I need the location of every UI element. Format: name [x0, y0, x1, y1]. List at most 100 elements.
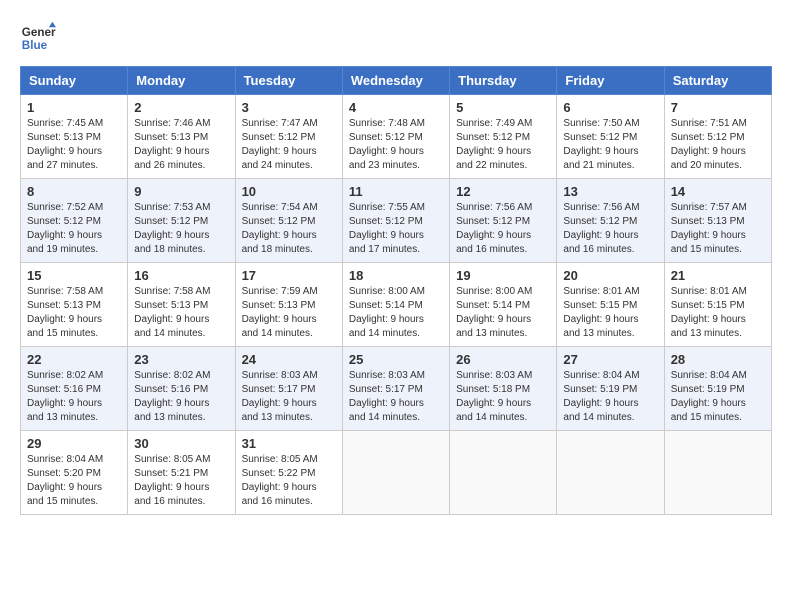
day-number: 9: [134, 184, 228, 199]
weekday-header-row: SundayMondayTuesdayWednesdayThursdayFrid…: [21, 67, 772, 95]
day-number: 19: [456, 268, 550, 283]
weekday-header-sunday: Sunday: [21, 67, 128, 95]
day-number: 29: [27, 436, 121, 451]
day-number: 3: [242, 100, 336, 115]
calendar-cell: 12 Sunrise: 7:56 AMSunset: 5:12 PMDayligh…: [450, 179, 557, 263]
calendar-cell: 29 Sunrise: 8:04 AMSunset: 5:20 PMDayligh…: [21, 431, 128, 515]
calendar-cell: 20 Sunrise: 8:01 AMSunset: 5:15 PMDayligh…: [557, 263, 664, 347]
svg-text:Blue: Blue: [22, 39, 48, 52]
day-number: 13: [563, 184, 657, 199]
calendar-cell: [664, 431, 771, 515]
calendar-cell: 30 Sunrise: 8:05 AMSunset: 5:21 PMDayligh…: [128, 431, 235, 515]
calendar-cell: 25 Sunrise: 8:03 AMSunset: 5:17 PMDayligh…: [342, 347, 449, 431]
day-info: Sunrise: 7:50 AMSunset: 5:12 PMDaylight:…: [563, 118, 639, 171]
day-info: Sunrise: 7:48 AMSunset: 5:12 PMDaylight:…: [349, 118, 425, 171]
calendar-cell: 3 Sunrise: 7:47 AMSunset: 5:12 PMDaylight…: [235, 95, 342, 179]
day-number: 1: [27, 100, 121, 115]
calendar-cell: [450, 431, 557, 515]
day-number: 24: [242, 352, 336, 367]
calendar-cell: 27Sunrise: 8:04 AMSunset: 5:19 PMDayligh…: [557, 347, 664, 431]
day-info: Sunrise: 7:56 AMSunset: 5:12 PMDaylight:…: [456, 202, 532, 255]
day-info: Sunrise: 7:57 AMSunset: 5:13 PMDaylight:…: [671, 202, 747, 255]
calendar-cell: 9Sunrise: 7:53 AMSunset: 5:12 PMDaylight…: [128, 179, 235, 263]
day-info: Sunrise: 7:47 AMSunset: 5:12 PMDaylight:…: [242, 118, 318, 171]
day-info: Sunrise: 8:02 AMSunset: 5:16 PMDaylight:…: [134, 370, 210, 423]
calendar-cell: 13 Sunrise: 7:56 AMSunset: 5:12 PMDayligh…: [557, 179, 664, 263]
calendar-cell: 6 Sunrise: 7:50 AMSunset: 5:12 PMDaylight…: [557, 95, 664, 179]
day-number: 17: [242, 268, 336, 283]
day-info: Sunrise: 8:04 AMSunset: 5:19 PMDaylight:…: [671, 370, 747, 423]
page-header: General Blue: [20, 20, 772, 56]
day-number: 25: [349, 352, 443, 367]
calendar-cell: 11Sunrise: 7:55 AMSunset: 5:12 PMDayligh…: [342, 179, 449, 263]
weekday-header-thursday: Thursday: [450, 67, 557, 95]
day-info: Sunrise: 7:51 AMSunset: 5:12 PMDaylight:…: [671, 118, 747, 171]
calendar-cell: 8Sunrise: 7:52 AMSunset: 5:12 PMDaylight…: [21, 179, 128, 263]
day-info: Sunrise: 7:56 AMSunset: 5:12 PMDaylight:…: [563, 202, 639, 255]
day-info: Sunrise: 7:45 AMSunset: 5:13 PMDaylight:…: [27, 118, 103, 171]
week-row-1: 1 Sunrise: 7:45 AMSunset: 5:13 PMDaylight…: [21, 95, 772, 179]
calendar-cell: 22 Sunrise: 8:02 AMSunset: 5:16 PMDayligh…: [21, 347, 128, 431]
day-number: 7: [671, 100, 765, 115]
calendar-cell: 28 Sunrise: 8:04 AMSunset: 5:19 PMDayligh…: [664, 347, 771, 431]
day-number: 11: [349, 184, 443, 199]
day-number: 10: [242, 184, 336, 199]
weekday-header-tuesday: Tuesday: [235, 67, 342, 95]
calendar-cell: 15Sunrise: 7:58 AMSunset: 5:13 PMDayligh…: [21, 263, 128, 347]
calendar-cell: 2 Sunrise: 7:46 AMSunset: 5:13 PMDaylight…: [128, 95, 235, 179]
day-info: Sunrise: 7:59 AMSunset: 5:13 PMDaylight:…: [242, 286, 318, 339]
day-info: Sunrise: 8:01 AMSunset: 5:15 PMDaylight:…: [563, 286, 639, 339]
day-number: 8: [27, 184, 121, 199]
week-row-2: 8Sunrise: 7:52 AMSunset: 5:12 PMDaylight…: [21, 179, 772, 263]
day-number: 5: [456, 100, 550, 115]
day-number: 14: [671, 184, 765, 199]
day-info: Sunrise: 8:02 AMSunset: 5:16 PMDaylight:…: [27, 370, 103, 423]
calendar-cell: 17 Sunrise: 7:59 AMSunset: 5:13 PMDayligh…: [235, 263, 342, 347]
day-number: 20: [563, 268, 657, 283]
day-number: 26: [456, 352, 550, 367]
day-number: 30: [134, 436, 228, 451]
logo-icon: General Blue: [20, 20, 56, 56]
calendar-cell: 16Sunrise: 7:58 AMSunset: 5:13 PMDayligh…: [128, 263, 235, 347]
weekday-header-wednesday: Wednesday: [342, 67, 449, 95]
calendar-cell: 23 Sunrise: 8:02 AMSunset: 5:16 PMDayligh…: [128, 347, 235, 431]
day-info: Sunrise: 7:54 AMSunset: 5:12 PMDaylight:…: [242, 202, 318, 255]
day-info: Sunrise: 7:58 AMSunset: 5:13 PMDaylight:…: [134, 286, 210, 339]
day-info: Sunrise: 8:01 AMSunset: 5:15 PMDaylight:…: [671, 286, 747, 339]
day-info: Sunrise: 8:03 AMSunset: 5:17 PMDaylight:…: [349, 370, 425, 423]
calendar-cell: 1 Sunrise: 7:45 AMSunset: 5:13 PMDaylight…: [21, 95, 128, 179]
day-info: Sunrise: 7:58 AMSunset: 5:13 PMDaylight:…: [27, 286, 103, 339]
day-number: 22: [27, 352, 121, 367]
day-number: 27: [563, 352, 657, 367]
calendar-cell: 14 Sunrise: 7:57 AMSunset: 5:13 PMDayligh…: [664, 179, 771, 263]
weekday-header-friday: Friday: [557, 67, 664, 95]
day-info: Sunrise: 7:49 AMSunset: 5:12 PMDaylight:…: [456, 118, 532, 171]
day-number: 12: [456, 184, 550, 199]
day-info: Sunrise: 8:03 AMSunset: 5:17 PMDaylight:…: [242, 370, 318, 423]
calendar-cell: 21 Sunrise: 8:01 AMSunset: 5:15 PMDayligh…: [664, 263, 771, 347]
day-info: Sunrise: 8:00 AMSunset: 5:14 PMDaylight:…: [456, 286, 532, 339]
day-number: 31: [242, 436, 336, 451]
day-number: 6: [563, 100, 657, 115]
day-info: Sunrise: 8:04 AMSunset: 5:20 PMDaylight:…: [27, 454, 103, 507]
day-number: 2: [134, 100, 228, 115]
calendar-cell: 26Sunrise: 8:03 AMSunset: 5:18 PMDayligh…: [450, 347, 557, 431]
logo: General Blue: [20, 20, 56, 56]
day-number: 18: [349, 268, 443, 283]
week-row-5: 29 Sunrise: 8:04 AMSunset: 5:20 PMDayligh…: [21, 431, 772, 515]
calendar-cell: 19 Sunrise: 8:00 AMSunset: 5:14 PMDayligh…: [450, 263, 557, 347]
day-info: Sunrise: 8:05 AMSunset: 5:21 PMDaylight:…: [134, 454, 210, 507]
calendar-cell: 7 Sunrise: 7:51 AMSunset: 5:12 PMDaylight…: [664, 95, 771, 179]
calendar-cell: 24 Sunrise: 8:03 AMSunset: 5:17 PMDayligh…: [235, 347, 342, 431]
calendar-cell: 10 Sunrise: 7:54 AMSunset: 5:12 PMDayligh…: [235, 179, 342, 263]
calendar-cell: [557, 431, 664, 515]
day-number: 21: [671, 268, 765, 283]
week-row-4: 22 Sunrise: 8:02 AMSunset: 5:16 PMDayligh…: [21, 347, 772, 431]
day-number: 23: [134, 352, 228, 367]
calendar-cell: 31Sunrise: 8:05 AMSunset: 5:22 PMDayligh…: [235, 431, 342, 515]
day-info: Sunrise: 7:46 AMSunset: 5:13 PMDaylight:…: [134, 118, 210, 171]
day-info: Sunrise: 8:00 AMSunset: 5:14 PMDaylight:…: [349, 286, 425, 339]
calendar-cell: 4Sunrise: 7:48 AMSunset: 5:12 PMDaylight…: [342, 95, 449, 179]
day-number: 28: [671, 352, 765, 367]
svg-text:General: General: [22, 26, 56, 39]
